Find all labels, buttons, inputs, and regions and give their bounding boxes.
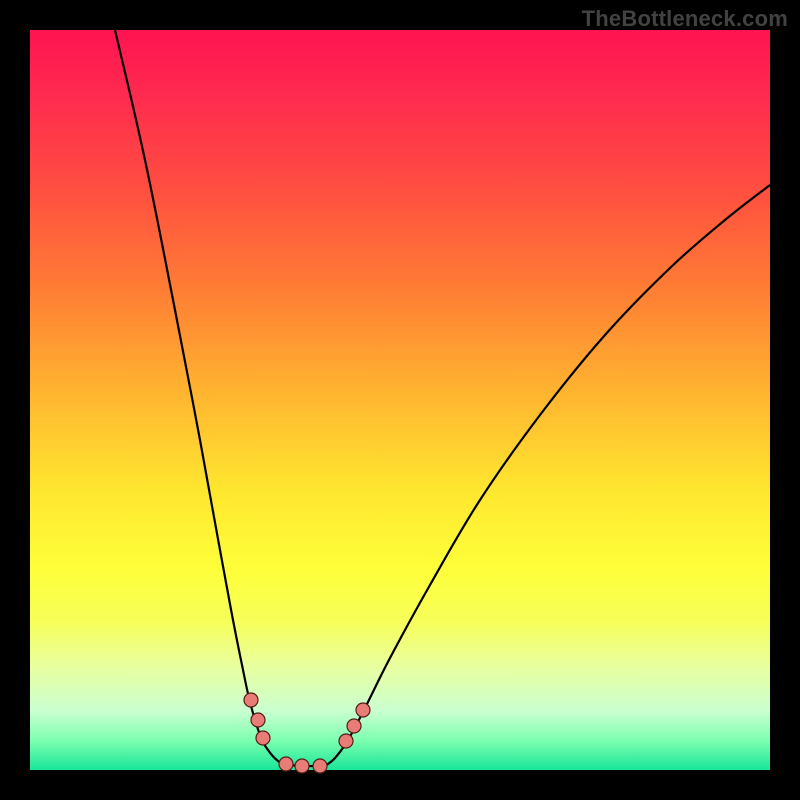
chart-frame: TheBottleneck.com — [0, 0, 800, 800]
data-marker — [295, 759, 309, 773]
curve-right — [325, 185, 770, 766]
data-marker — [244, 693, 258, 707]
curve-left — [115, 30, 288, 765]
data-marker — [347, 719, 361, 733]
data-marker — [356, 703, 370, 717]
marker-group — [244, 693, 370, 773]
data-marker — [279, 757, 293, 771]
plot-area — [30, 30, 770, 770]
curve-layer — [30, 30, 770, 770]
data-marker — [251, 713, 265, 727]
data-marker — [256, 731, 270, 745]
data-marker — [313, 759, 327, 773]
data-marker — [339, 734, 353, 748]
watermark-text: TheBottleneck.com — [582, 6, 788, 32]
